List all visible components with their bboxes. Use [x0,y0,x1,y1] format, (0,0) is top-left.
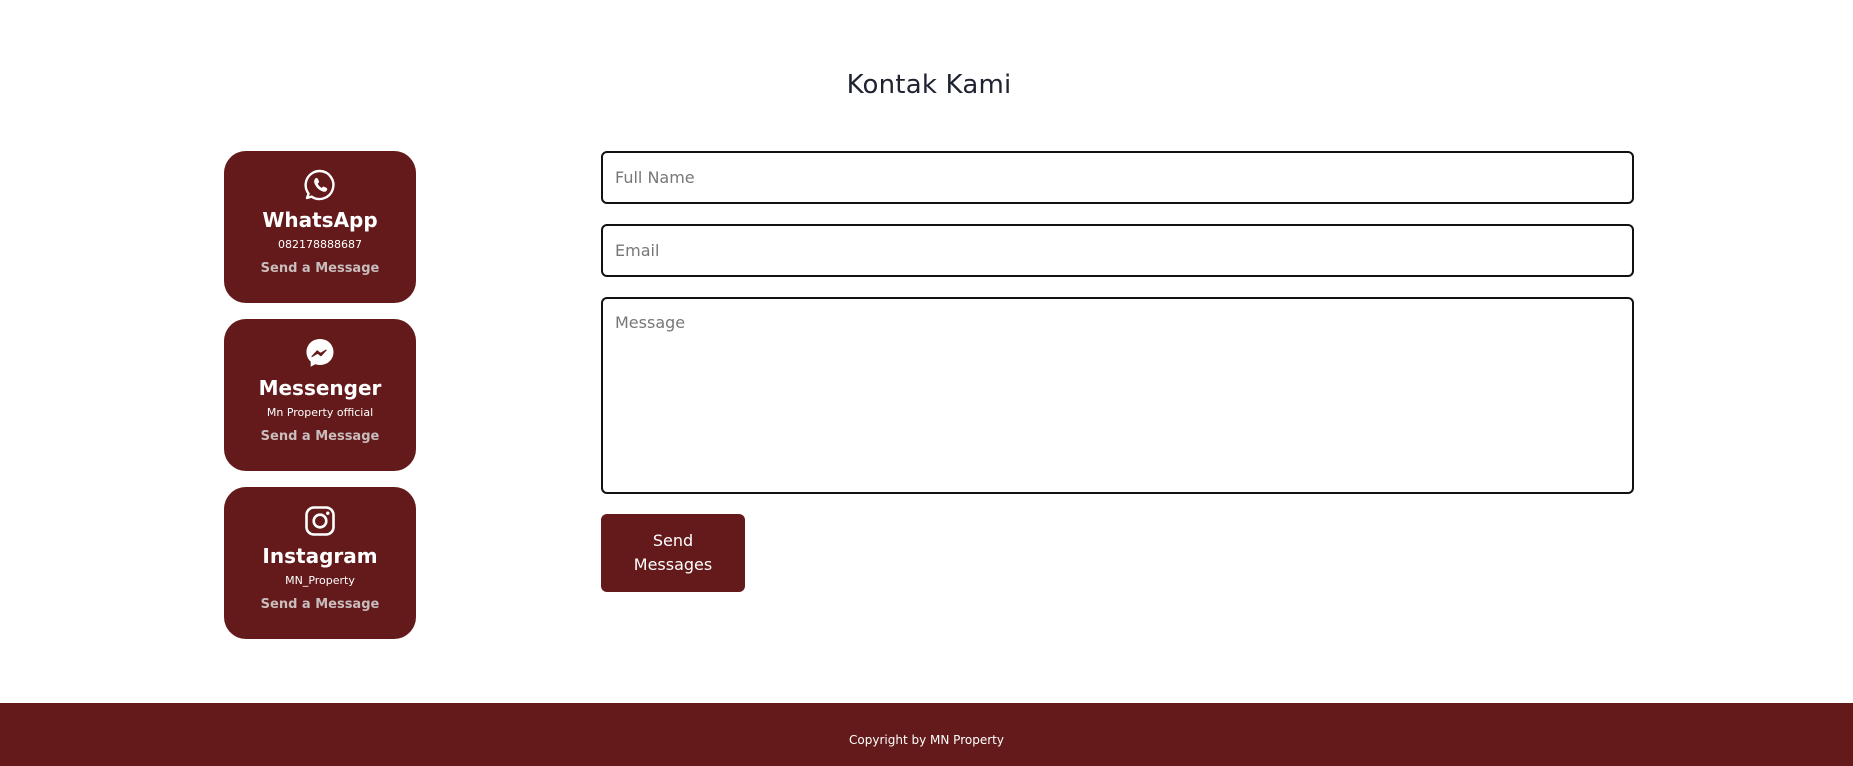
instagram-card[interactable]: Instagram MN_Property Send a Message [224,487,416,639]
whatsapp-number: 082178888687 [278,238,362,251]
email-input[interactable] [601,224,1634,277]
instagram-icon [224,504,416,538]
messenger-card[interactable]: Messenger Mn Property official Send a Me… [224,319,416,471]
whatsapp-icon [224,168,416,202]
messenger-icon [224,336,416,370]
page-title: Kontak Kami [846,70,1012,100]
messenger-account: Mn Property official [266,406,374,419]
whatsapp-name: WhatsApp [262,208,378,232]
messenger-name: Messenger [258,376,382,400]
whatsapp-card[interactable]: WhatsApp 082178888687 Send a Message [224,151,416,303]
whatsapp-send-link[interactable]: Send a Message [224,261,416,277]
instagram-name: Instagram [262,544,378,568]
contact-cards: WhatsApp 082178888687 Send a Message Mes… [224,151,416,655]
send-messages-button[interactable]: Send Messages [601,514,745,592]
instagram-handle: MN_Property [285,574,355,587]
copyright-text: Copyright by MN Property [849,733,1004,747]
contact-page: Kontak Kami WhatsApp 082178888687 Send a… [0,0,1853,766]
full-name-input[interactable] [601,151,1634,204]
contact-form: Send Messages [601,151,1634,592]
messenger-send-link[interactable]: Send a Message [224,429,416,445]
instagram-send-link[interactable]: Send a Message [224,597,416,613]
message-textarea[interactable] [601,297,1634,494]
footer: Copyright by MN Property [0,703,1853,766]
